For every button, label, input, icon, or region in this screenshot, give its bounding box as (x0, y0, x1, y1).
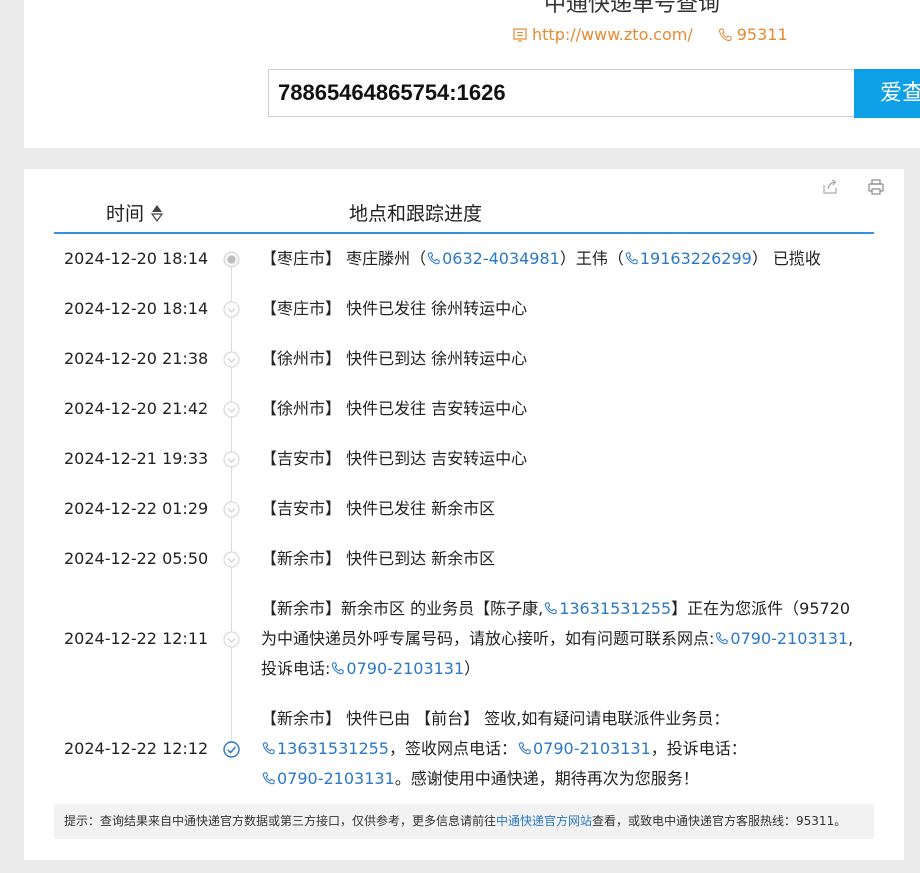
phone-icon (718, 28, 732, 41)
check-circle-icon (223, 631, 240, 648)
phone-icon (716, 632, 729, 645)
phone-icon (262, 772, 275, 785)
header-divider (54, 232, 874, 234)
check-circle-icon (223, 351, 240, 368)
event-description: 【新余市】 快件已到达 新余市区 (261, 544, 861, 574)
event-text: 【吉安市】 快件已到达 吉安转运中心 (261, 449, 528, 468)
event-time: 2024-12-22 01:29 (64, 499, 209, 518)
event-time: 2024-12-20 18:14 (64, 299, 209, 318)
website-icon (513, 27, 527, 42)
event-text: 【新余市】 快件已由 【前台】 签收,如有疑问请电联派件业务员： (261, 709, 730, 728)
phone-icon (625, 252, 638, 265)
check-circle-icon (223, 451, 240, 468)
phone-link[interactable]: 0790-2103131 (330, 659, 464, 678)
event-time: 2024-12-21 19:33 (64, 449, 209, 468)
tracking-event-row: 2024-12-22 05:50 【新余市】 快件已到达 新余市区 (24, 544, 904, 574)
event-time: 2024-12-20 21:42 (64, 399, 209, 418)
tracking-result-panel: 时间 地点和跟踪进度 2024-12-20 18:14 【枣庄市】 枣庄滕州（ 06… (24, 169, 904, 860)
search-button[interactable]: 爱查 (854, 69, 920, 118)
phone-number[interactable]: 19163226299 (640, 249, 752, 268)
phone-link[interactable]: 13631531255 (543, 599, 671, 618)
event-description: 【徐州市】 快件已发往 吉安转运中心 (261, 394, 861, 424)
event-description: 【新余市】新余市区 的业务员【陈子康, 13631531255】正在为您派件（95… (261, 594, 861, 684)
signed-icon (223, 741, 240, 758)
tracking-event-row: 2024-12-22 12:12 【新余市】 快件已由 【前台】 签收,如有疑问请… (24, 704, 904, 794)
event-time: 2024-12-20 18:14 (64, 249, 209, 268)
phone-link[interactable]: 13631531255 (261, 739, 389, 758)
phone-number[interactable]: 0790-2103131 (730, 629, 848, 648)
tracking-event-row: 2024-12-22 12:11 【新余市】新余市区 的业务员【陈子康, 13631… (24, 594, 904, 684)
phone-icon (518, 742, 531, 755)
event-text: 【新余市】 快件已到达 新余市区 (261, 549, 496, 568)
event-text: 【新余市】新余市区 的业务员【陈子康, (261, 599, 544, 618)
phone-icon (544, 602, 557, 615)
event-description: 【枣庄市】 快件已发往 徐州转运中心 (261, 294, 861, 324)
search-field[interactable] (268, 69, 876, 117)
phone-icon (332, 662, 345, 675)
event-time: 2024-12-22 12:12 (64, 739, 209, 758)
event-text: ） (464, 659, 481, 678)
phone-link[interactable]: 0790-2103131 (714, 629, 848, 648)
website-link[interactable]: http://www.zto.com/ (532, 25, 693, 44)
event-text: 【徐州市】 快件已到达 徐州转运中心 (261, 349, 528, 368)
contact-row: http://www.zto.com/ 95311 (512, 25, 788, 44)
event-text: 。感谢使用中通快递，期待再次为您服务！ (394, 769, 699, 788)
tracking-event-row: 2024-12-20 18:14 【枣庄市】 枣庄滕州（ 0632-4034981）… (24, 244, 904, 274)
check-circle-icon (223, 501, 240, 518)
phone-number[interactable]: 0632-4034981 (442, 249, 560, 268)
timeline-dot-icon (223, 251, 240, 268)
phone-link[interactable]: 19163226299 (624, 249, 752, 268)
event-text: 【枣庄市】 快件已发往 徐州转运中心 (261, 299, 528, 318)
event-time: 2024-12-22 12:11 (64, 629, 209, 648)
tracking-event-row: 2024-12-20 21:38 【徐州市】 快件已到达 徐州转运中心 (24, 344, 904, 374)
event-text: ，签收网点电话： (388, 739, 517, 758)
phone-link[interactable]: 0632-4034981 (426, 249, 560, 268)
phone-number[interactable]: 0790-2103131 (346, 659, 464, 678)
event-text: ）王伟（ (559, 249, 624, 268)
search-panel: 中通快递单号查询 http://www.zto.com/ 95311 (24, 0, 920, 148)
phone-number[interactable]: 0790-2103131 (277, 769, 395, 788)
event-text: ） 已揽收 (751, 249, 821, 268)
check-circle-icon (223, 401, 240, 418)
event-description: 【徐州市】 快件已到达 徐州转运中心 (261, 344, 861, 374)
event-text: 【吉安市】 快件已发往 新余市区 (261, 499, 496, 518)
phone-link[interactable]: 0790-2103131 (261, 769, 395, 788)
phone-number[interactable]: 13631531255 (559, 599, 671, 618)
tracking-event-row: 2024-12-22 01:29 【吉安市】 快件已发往 新余市区 (24, 494, 904, 524)
event-description: 【新余市】 快件已由 【前台】 签收,如有疑问请电联派件业务员： 13631531… (261, 704, 861, 794)
tip-suffix: 查看，或致电中通快递官方客服热线：95311。 (592, 814, 847, 828)
phone-number[interactable]: 0790-2103131 (533, 739, 651, 758)
tracking-number-input[interactable] (269, 70, 876, 116)
check-circle-icon (223, 301, 240, 318)
tip-prefix: 提示：查询结果来自中通快递官方数据或第三方接口，仅供参考，更多信息请前往 (64, 814, 497, 828)
share-icon[interactable] (820, 177, 840, 197)
print-icon[interactable] (866, 177, 886, 197)
event-description: 【吉安市】 快件已发往 新余市区 (261, 494, 861, 524)
phone-icon (427, 252, 440, 265)
tracking-event-row: 2024-12-21 19:33 【吉安市】 快件已到达 吉安转运中心 (24, 444, 904, 474)
event-description: 【吉安市】 快件已到达 吉安转运中心 (261, 444, 861, 474)
check-circle-icon (223, 551, 240, 568)
page-title: 中通快递单号查询 (544, 0, 721, 17)
phone-link[interactable]: 0790-2103131 (517, 739, 651, 758)
time-column-header[interactable]: 时间 (106, 199, 164, 226)
event-text: 【徐州市】 快件已发往 吉安转运中心 (261, 399, 528, 418)
sort-icon[interactable] (150, 203, 164, 223)
tracking-event-row: 2024-12-20 18:14 【枣庄市】 快件已发往 徐州转运中心 (24, 294, 904, 324)
disclaimer-tip: 提示：查询结果来自中通快递官方数据或第三方接口，仅供参考，更多信息请前往中通快递… (54, 804, 874, 839)
hotline-number[interactable]: 95311 (737, 25, 788, 44)
event-time: 2024-12-20 21:38 (64, 349, 209, 368)
phone-number[interactable]: 13631531255 (277, 739, 389, 758)
event-time: 2024-12-22 05:50 (64, 549, 209, 568)
tracking-event-row: 2024-12-20 21:42 【徐州市】 快件已发往 吉安转运中心 (24, 394, 904, 424)
official-site-link[interactable]: 中通快递官方网站 (496, 814, 592, 828)
time-header-label: 时间 (106, 203, 145, 225)
phone-icon (262, 742, 275, 755)
location-column-header: 地点和跟踪进度 (349, 203, 483, 225)
event-description: 【枣庄市】 枣庄滕州（ 0632-4034981）王伟（ 19163226299） … (261, 244, 861, 274)
event-text: 【枣庄市】 枣庄滕州（ (261, 249, 427, 268)
event-text: ，投诉电话： (650, 739, 747, 758)
